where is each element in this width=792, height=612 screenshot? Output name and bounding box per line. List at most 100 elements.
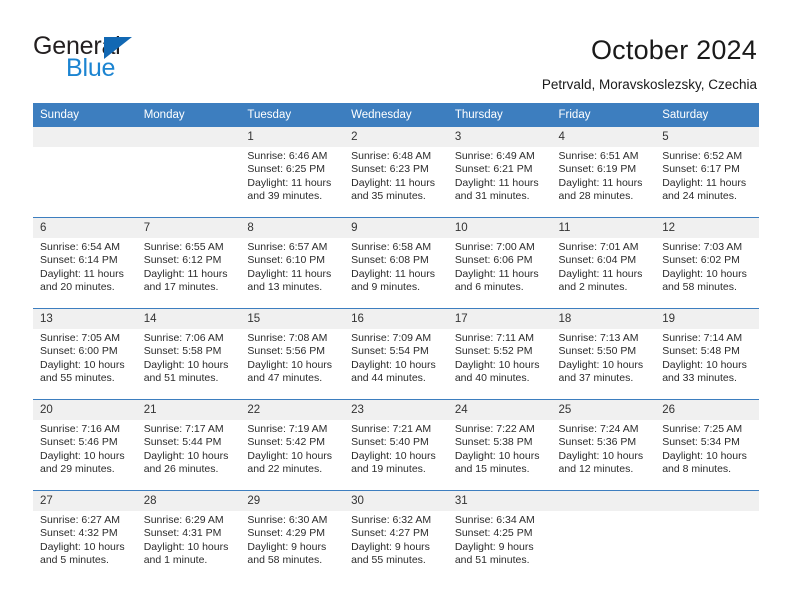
daylight-duration-line2: and 58 minutes. (662, 280, 737, 293)
page-header: General Blue October 2024 Petrvald, Mora… (0, 0, 792, 103)
calendar-day-cell[interactable]: 26 Sunrise: 7:25 AM Sunset: 5:34 PM Dayligh… (655, 399, 759, 491)
weekday-header-tuesday: Tuesday (240, 103, 345, 127)
calendar-week-row: 6 Sunrise: 6:54 AM Sunset: 6:14 PM Daylight… (33, 217, 759, 309)
day-number: 7 (136, 218, 241, 238)
calendar-day-cell[interactable]: 29 Sunrise: 6:30 AM Sunset: 4:29 PM Dayligh… (240, 490, 345, 581)
calendar-day-cell[interactable]: 10 Sunrise: 7:00 AM Sunset: 6:06 PM Dayligh… (447, 217, 552, 309)
sunset-time: Sunset: 4:32 PM (40, 527, 118, 540)
calendar-day-cell[interactable]: 14 Sunrise: 7:06 AM Sunset: 5:58 PM Dayligh… (136, 308, 241, 400)
calendar-day-cell[interactable]: 13 Sunrise: 7:05 AM Sunset: 6:00 PM Dayligh… (33, 308, 137, 400)
calendar-day-cell[interactable]: 24 Sunrise: 7:22 AM Sunset: 5:38 PM Dayligh… (447, 399, 552, 491)
calendar-day-cell[interactable]: 11 Sunrise: 7:01 AM Sunset: 6:04 PM Dayligh… (551, 217, 656, 309)
day-details: Sunrise: 7:21 AM Sunset: 5:40 PM Daylight:… (344, 420, 448, 476)
day-number: 1 (240, 127, 345, 147)
sunset-time: Sunset: 4:29 PM (247, 527, 326, 540)
logo-general-blue[interactable]: General Blue (33, 32, 213, 84)
calendar-day-cell[interactable]: 31 Sunrise: 6:34 AM Sunset: 4:25 PM Dayligh… (447, 490, 552, 581)
calendar-day-cell[interactable]: 12 Sunrise: 7:03 AM Sunset: 6:02 PM Dayligh… (655, 217, 759, 309)
calendar-body: 1 Sunrise: 6:46 AM Sunset: 6:25 PM Daylight… (33, 126, 759, 581)
sunset-time: Sunset: 4:25 PM (454, 527, 533, 540)
day-number: 28 (136, 491, 241, 511)
sunset-time: Sunset: 5:52 PM (454, 345, 533, 358)
day-number: 3 (447, 127, 552, 147)
sunset-time: Sunset: 4:27 PM (351, 527, 429, 540)
calendar-day-cell[interactable]: 18 Sunrise: 7:13 AM Sunset: 5:50 PM Dayligh… (551, 308, 656, 400)
calendar-day-cell[interactable]: 16 Sunrise: 7:09 AM Sunset: 5:54 PM Dayligh… (344, 308, 448, 400)
daylight-duration-line2: and 37 minutes. (558, 371, 634, 384)
calendar-day-cell[interactable]: 28 Sunrise: 6:29 AM Sunset: 4:31 PM Dayligh… (136, 490, 241, 581)
calendar-day-cell[interactable]: 9 Sunrise: 6:58 AM Sunset: 6:08 PM Daylight… (344, 217, 448, 309)
day-number: 31 (447, 491, 552, 511)
sunrise-sunset-calendar-table: Sunday Monday Tuesday Wednesday Thursday… (33, 103, 759, 581)
calendar-day-cell[interactable]: 30 Sunrise: 6:32 AM Sunset: 4:27 PM Dayligh… (344, 490, 448, 581)
sunrise-time: Sunrise: 7:01 AM (558, 241, 639, 253)
day-number: 8 (240, 218, 345, 238)
logo-text-blue: Blue (66, 54, 116, 82)
day-number: 15 (240, 309, 345, 329)
calendar-day-cell[interactable]: 21 Sunrise: 7:17 AM Sunset: 5:44 PM Dayligh… (136, 399, 241, 491)
calendar-head: Sunday Monday Tuesday Wednesday Thursday… (33, 103, 759, 127)
sunrise-time: Sunrise: 6:27 AM (40, 514, 120, 526)
daylight-duration-line2: and 8 minutes. (662, 462, 732, 475)
page-subtitle: Petrvald, Moravskoslezsky, Czechia (541, 77, 757, 92)
daylight-duration-line2: and 31 minutes. (454, 189, 530, 202)
day-details: Sunrise: 6:58 AM Sunset: 6:08 PM Daylight:… (344, 238, 448, 294)
day-details: Sunrise: 7:11 AM Sunset: 5:52 PM Daylight:… (448, 329, 552, 385)
weekday-header-friday: Friday (551, 103, 656, 127)
daylight-duration-line1: Daylight: 10 hours (558, 358, 644, 371)
calendar-day-cell[interactable]: 20 Sunrise: 7:16 AM Sunset: 5:46 PM Dayligh… (33, 399, 137, 491)
day-details: Sunrise: 7:00 AM Sunset: 6:06 PM Daylight:… (448, 238, 552, 294)
daylight-duration-line1: Daylight: 10 hours (454, 449, 540, 462)
day-number: 5 (655, 127, 759, 147)
calendar-day-cell[interactable]: 23 Sunrise: 7:21 AM Sunset: 5:40 PM Dayligh… (344, 399, 448, 491)
daylight-duration-line1: Daylight: 10 hours (351, 449, 436, 462)
calendar-day-cell[interactable]: 3 Sunrise: 6:49 AM Sunset: 6:21 PM Daylight… (447, 126, 552, 218)
sunrise-time: Sunrise: 6:30 AM (247, 514, 328, 526)
sunset-time: Sunset: 6:23 PM (351, 163, 429, 176)
calendar-day-cell[interactable]: 27 Sunrise: 6:27 AM Sunset: 4:32 PM Dayligh… (33, 490, 137, 581)
daylight-duration-line1: Daylight: 10 hours (40, 540, 125, 553)
sunset-time: Sunset: 6:19 PM (558, 163, 637, 176)
day-details: Sunrise: 7:16 AM Sunset: 5:46 PM Daylight:… (33, 420, 137, 476)
sunrise-time: Sunrise: 7:16 AM (40, 423, 120, 435)
calendar-day-cell[interactable]: 15 Sunrise: 7:08 AM Sunset: 5:56 PM Dayligh… (240, 308, 345, 400)
calendar-day-cell[interactable]: 5 Sunrise: 6:52 AM Sunset: 6:17 PM Daylight… (655, 126, 759, 218)
sunrise-time: Sunrise: 6:32 AM (351, 514, 432, 526)
calendar-cell-empty (136, 126, 241, 218)
daylight-duration-line1: Daylight: 10 hours (351, 358, 436, 371)
day-number: 11 (551, 218, 656, 238)
calendar-day-cell[interactable]: 17 Sunrise: 7:11 AM Sunset: 5:52 PM Dayligh… (447, 308, 552, 400)
calendar-day-cell[interactable]: 2 Sunrise: 6:48 AM Sunset: 6:23 PM Daylight… (344, 126, 448, 218)
calendar-day-cell[interactable]: 6 Sunrise: 6:54 AM Sunset: 6:14 PM Daylight… (33, 217, 137, 309)
sunrise-time: Sunrise: 7:22 AM (454, 423, 535, 435)
sunrise-time: Sunrise: 7:08 AM (247, 332, 328, 344)
day-number: 13 (33, 309, 137, 329)
sunrise-time: Sunrise: 7:13 AM (558, 332, 639, 344)
day-details: Sunrise: 6:54 AM Sunset: 6:14 PM Daylight:… (33, 238, 137, 294)
calendar-day-cell[interactable]: 19 Sunrise: 7:14 AM Sunset: 5:48 PM Dayligh… (655, 308, 759, 400)
sunrise-time: Sunrise: 6:57 AM (247, 241, 328, 253)
sunrise-time: Sunrise: 7:05 AM (40, 332, 120, 344)
calendar-day-cell[interactable]: 22 Sunrise: 7:19 AM Sunset: 5:42 PM Dayligh… (240, 399, 345, 491)
sunset-time: Sunset: 5:46 PM (40, 436, 118, 449)
sunset-time: Sunset: 6:00 PM (40, 345, 118, 358)
day-number: 23 (344, 400, 448, 420)
calendar-day-cell[interactable]: 1 Sunrise: 6:46 AM Sunset: 6:25 PM Daylight… (240, 126, 345, 218)
sunrise-time: Sunrise: 6:58 AM (351, 241, 432, 253)
day-number (655, 491, 759, 511)
calendar-day-cell[interactable]: 4 Sunrise: 6:51 AM Sunset: 6:19 PM Daylight… (551, 126, 656, 218)
daylight-duration-line2: and 13 minutes. (247, 280, 323, 293)
day-details: Sunrise: 6:32 AM Sunset: 4:27 PM Daylight:… (344, 511, 448, 567)
calendar-day-cell[interactable]: 8 Sunrise: 6:57 AM Sunset: 6:10 PM Daylight… (240, 217, 345, 309)
sunrise-time: Sunrise: 6:29 AM (143, 514, 224, 526)
calendar-day-cell[interactable]: 7 Sunrise: 6:55 AM Sunset: 6:12 PM Daylight… (136, 217, 241, 309)
sunset-time: Sunset: 5:40 PM (351, 436, 429, 449)
day-number: 12 (655, 218, 759, 238)
daylight-duration-line1: Daylight: 11 hours (662, 176, 747, 189)
calendar-day-cell[interactable]: 25 Sunrise: 7:24 AM Sunset: 5:36 PM Dayligh… (551, 399, 656, 491)
day-details: Sunrise: 7:05 AM Sunset: 6:00 PM Daylight:… (33, 329, 137, 385)
day-details: Sunrise: 7:19 AM Sunset: 5:42 PM Daylight:… (240, 420, 344, 476)
daylight-duration-line2: and 28 minutes. (558, 189, 634, 202)
day-details: Sunrise: 6:57 AM Sunset: 6:10 PM Daylight:… (240, 238, 344, 294)
daylight-duration-line2: and 35 minutes. (351, 189, 426, 202)
